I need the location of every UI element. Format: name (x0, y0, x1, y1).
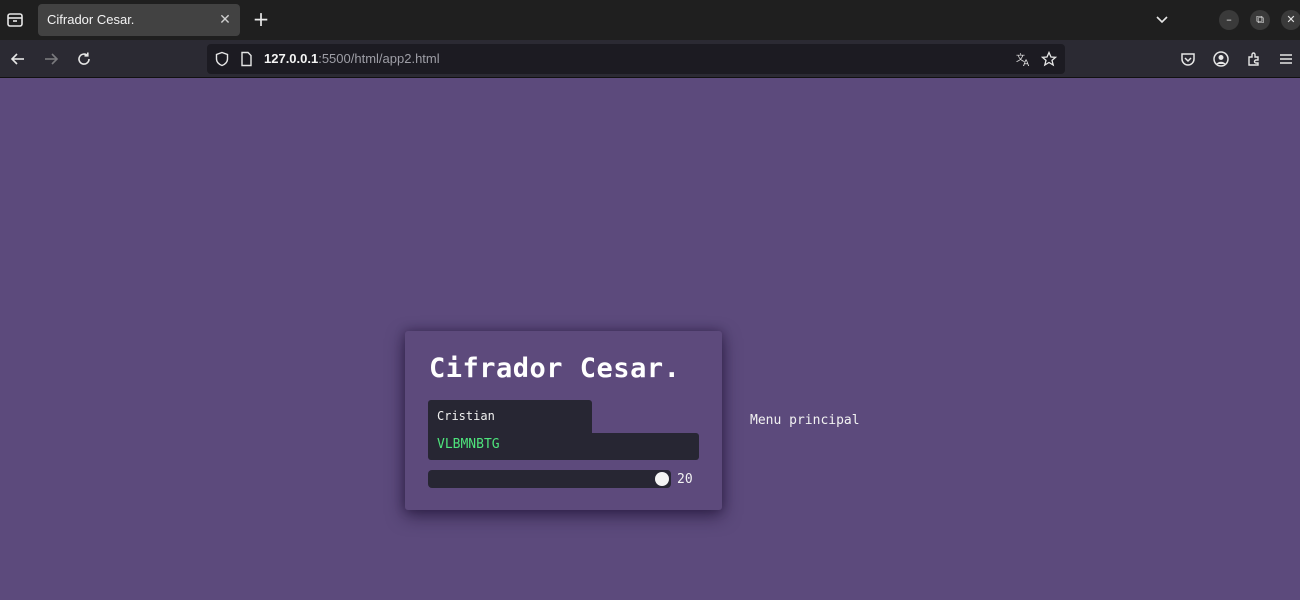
forward-icon[interactable] (42, 50, 60, 68)
page-icon[interactable] (238, 51, 254, 67)
shift-slider[interactable] (428, 470, 671, 488)
menu-principal-link[interactable]: Menu principal (750, 413, 860, 428)
new-tab-button[interactable]: + (251, 9, 271, 30)
svg-text:A: A (1023, 59, 1030, 67)
url-bar[interactable]: 127.0.0.1:5500/html/app2.html 文A (207, 44, 1065, 74)
shield-icon[interactable] (214, 51, 230, 67)
browser-nav-bar: 127.0.0.1:5500/html/app2.html 文A (0, 40, 1300, 78)
plaintext-value: Cristian (437, 409, 495, 423)
star-icon[interactable] (1040, 50, 1058, 67)
menu-icon[interactable] (1277, 50, 1295, 68)
reload-icon[interactable] (75, 50, 93, 68)
close-window-button[interactable]: ✕ (1281, 10, 1300, 30)
account-icon[interactable] (1212, 50, 1230, 68)
plaintext-input[interactable]: Cristian (428, 400, 592, 434)
tab-title: Cifrador Cesar. (47, 12, 135, 27)
ciphertext-output: VLBMNBTG (428, 433, 699, 460)
tab-close-icon[interactable]: ✕ (217, 12, 233, 28)
pocket-icon[interactable] (1179, 50, 1197, 68)
restore-button[interactable]: ⧉ (1250, 10, 1270, 30)
page-title: Cifrador Cesar. (429, 353, 681, 384)
minimize-button[interactable]: – (1219, 10, 1239, 30)
translate-icon[interactable]: 文A (1016, 51, 1032, 69)
url-path: :5500/html/app2.html (318, 51, 440, 66)
tab-list-icon[interactable] (6, 11, 24, 29)
browser-tab-active[interactable]: Cifrador Cesar. ✕ (38, 4, 240, 36)
browser-tab-bar: Cifrador Cesar. ✕ + – ⧉ ✕ (0, 0, 1300, 40)
chevron-down-icon[interactable] (1153, 11, 1171, 29)
cipher-card: Cifrador Cesar. Cristian VLBMNBTG 20 (405, 331, 722, 510)
shift-value: 20 (677, 472, 693, 487)
back-icon[interactable] (9, 50, 27, 68)
ciphertext-value: VLBMNBTG (437, 437, 500, 452)
extensions-icon[interactable] (1245, 50, 1263, 68)
url-host: 127.0.0.1 (264, 51, 319, 66)
slider-thumb[interactable] (655, 472, 669, 486)
url-text: 127.0.0.1:5500/html/app2.html (264, 51, 440, 66)
